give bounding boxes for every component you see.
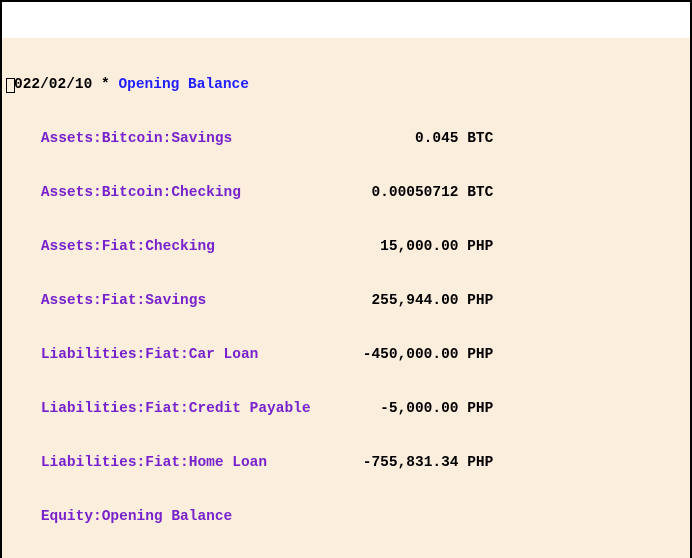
ledger-source-buffer[interactable]: 022/02/10 * Opening Balance Assets:Bitco… xyxy=(2,2,690,558)
posting-account: Equity:Opening Balance xyxy=(41,509,232,525)
posting-row: Assets:Fiat:Checking 15,000.00 PHP xyxy=(2,238,690,256)
posting-row: Assets:Bitcoin:Checking 0.00050712 BTC xyxy=(2,184,690,202)
posting-row: Assets:Fiat:Savings 255,944.00 PHP xyxy=(2,292,690,310)
posting-row: Liabilities:Fiat:Home Loan -755,831.34 P… xyxy=(2,454,690,472)
posting-amount: 15,000.00 PHP xyxy=(215,239,493,255)
cleared-star: * xyxy=(101,77,110,93)
posting-amount: 0.045 BTC xyxy=(232,131,493,147)
posting-account: Liabilities:Fiat:Credit Payable xyxy=(41,401,311,417)
posting-account: Assets:Fiat:Savings xyxy=(41,293,206,309)
posting-amount: -5,000.00 PHP xyxy=(311,401,494,417)
posting-account: Assets:Fiat:Checking xyxy=(41,239,215,255)
posting-account: Liabilities:Fiat:Home Loan xyxy=(41,455,267,471)
posting-account: Assets:Bitcoin:Savings xyxy=(41,131,232,147)
transaction-opening-balance: 022/02/10 * Opening Balance Assets:Bitco… xyxy=(2,38,690,558)
posting-amount: -755,831.34 PHP xyxy=(267,455,493,471)
posting-amount: -450,000.00 PHP xyxy=(258,347,493,363)
posting-row: Liabilities:Fiat:Car Loan -450,000.00 PH… xyxy=(2,346,690,364)
tx1-date-part: 022/02/10 xyxy=(14,77,92,93)
posting-amount: 0.00050712 BTC xyxy=(241,185,493,201)
posting-account: Assets:Bitcoin:Checking xyxy=(41,185,241,201)
tx1-payee: Opening Balance xyxy=(118,77,249,93)
posting-row: Equity:Opening Balance xyxy=(2,508,690,526)
posting-account: Liabilities:Fiat:Car Loan xyxy=(41,347,259,363)
posting-amount: 255,944.00 PHP xyxy=(206,293,493,309)
posting-row: Assets:Bitcoin:Savings 0.045 BTC xyxy=(2,130,690,148)
posting-row: Liabilities:Fiat:Credit Payable -5,000.0… xyxy=(2,400,690,418)
